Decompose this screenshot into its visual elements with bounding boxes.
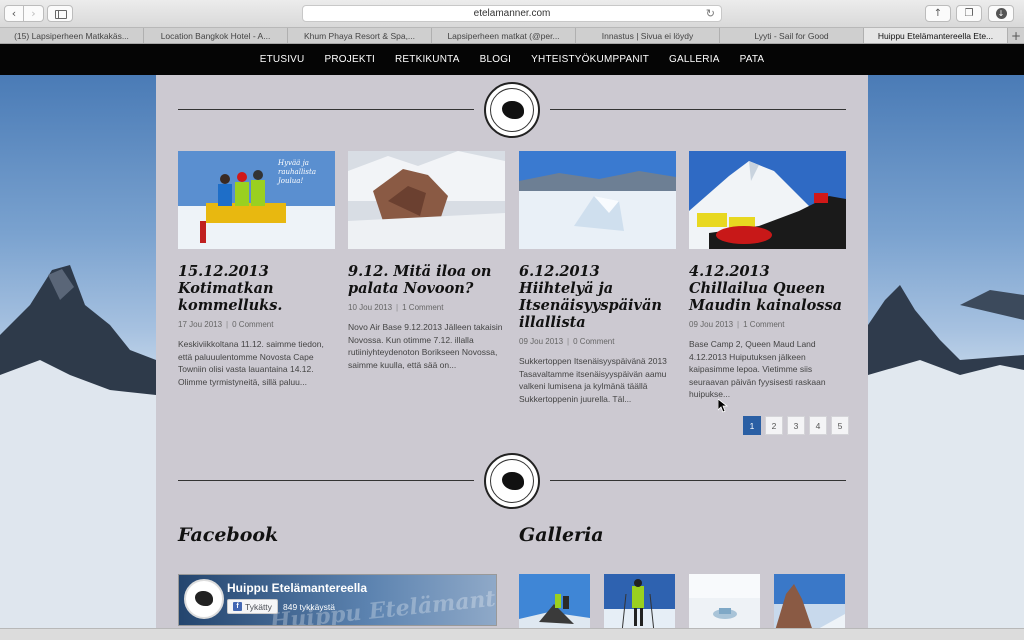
tab-1[interactable]: (15) Lapsiperheen Matkakäs... — [0, 28, 144, 43]
tab-7-active[interactable]: Huippu Etelämantereella Ete... — [864, 28, 1008, 43]
post-thumbnail[interactable] — [348, 151, 505, 249]
nav-yhteistyokumppanit[interactable]: YHTEISTYÖKUMPPANIT — [521, 54, 659, 65]
tabs-overview-button[interactable]: ❐ — [956, 5, 982, 22]
mouse-cursor-icon — [718, 399, 728, 413]
post-date: 09 Jou 2013 — [689, 320, 734, 329]
post-card: 4.12.2013 Chillailua Queen Maudin kainal… — [689, 151, 846, 401]
post-date: 17 Jou 2013 — [178, 320, 223, 329]
tab-bar: (15) Lapsiperheen Matkakäs... Location B… — [0, 28, 1024, 44]
history-nav: ‹ › — [4, 5, 44, 22]
post-date: 10 Jou 2013 — [348, 303, 393, 312]
post-excerpt: Novo Air Base 9.12.2013 Jälleen takaisin… — [348, 322, 503, 370]
nav-projekti[interactable]: PROJEKTI — [314, 54, 385, 65]
like-label: Tykätty — [245, 601, 272, 612]
nav-galleria[interactable]: GALLERIA — [659, 54, 730, 65]
gallery-thumbnail[interactable] — [689, 574, 760, 634]
site-navigation: ETUSIVU PROJEKTI RETKIKUNTA BLOGI YHTEIS… — [0, 44, 1024, 75]
post-meta: 09 Jou 2013 | 1 Comment — [689, 320, 785, 329]
tab-4[interactable]: Lapsiperheen matkat (@per... — [432, 28, 576, 43]
sidebar-toggle-button[interactable] — [47, 5, 73, 22]
share-icon: ↑ — [933, 8, 943, 19]
comment-link[interactable]: 1 Comment — [402, 303, 443, 312]
forward-button[interactable]: › — [24, 5, 44, 22]
like-count: 849 tykkäystä — [283, 602, 335, 612]
top-divider — [178, 80, 846, 140]
tab-6[interactable]: Lyyti - Sail for Good — [720, 28, 864, 43]
facebook-icon: f — [233, 602, 242, 611]
main-content: Hyvää ja rauhallista Joulua! 15.12.2013 … — [156, 75, 868, 640]
post-date: 09 Jou 2013 — [519, 337, 564, 346]
downloads-button[interactable]: ↓ — [988, 5, 1014, 22]
window-bottom-edge — [0, 628, 1024, 640]
page-5-button[interactable]: 5 — [831, 416, 849, 435]
comment-link[interactable]: 1 Comment — [743, 320, 784, 329]
gallery-heading: Galleria — [519, 524, 604, 546]
tab-5[interactable]: Innastus | Sivua ei löydy — [576, 28, 720, 43]
pagination: 1 2 3 4 5 — [743, 416, 849, 435]
page-4-button[interactable]: 4 — [809, 416, 827, 435]
comment-link[interactable]: 0 Comment — [573, 337, 614, 346]
facebook-page-avatar[interactable] — [184, 579, 224, 619]
expedition-emblem-icon — [484, 453, 540, 509]
post-card: Hyvää ja rauhallista Joulua! 15.12.2013 … — [178, 151, 335, 388]
post-card: 9.12. Mitä iloa on palata Novoon? 10 Jou… — [348, 151, 505, 371]
facebook-heading: Facebook — [178, 524, 279, 546]
new-tab-button[interactable]: + — [1008, 28, 1024, 43]
gallery-thumbnail[interactable] — [604, 574, 675, 634]
url-text: etelamanner.com — [473, 8, 551, 19]
post-title[interactable]: 6.12.2013 Hiihtelyä ja Itsenäisyyspäivän… — [519, 263, 676, 331]
nav-blogi[interactable]: BLOGI — [470, 54, 522, 65]
page-1-button[interactable]: 1 — [743, 416, 761, 435]
address-bar[interactable]: etelamanner.com ↻ — [302, 5, 722, 22]
nav-etusivu[interactable]: ETUSIVU — [250, 54, 315, 65]
post-card: 6.12.2013 Hiihtelyä ja Itsenäisyyspäivän… — [519, 151, 676, 405]
facebook-like-button[interactable]: f Tykätty — [227, 599, 278, 614]
post-excerpt: Keskiviikkoltana 11.12. saimme tiedon, e… — [178, 339, 324, 387]
post-title[interactable]: 15.12.2013 Kotimatkan kommelluks. — [178, 263, 335, 314]
page-3-button[interactable]: 3 — [787, 416, 805, 435]
chevron-right-icon: › — [31, 7, 36, 20]
tab-3[interactable]: Khum Phaya Resort & Spa,... — [288, 28, 432, 43]
post-excerpt: Base Camp 2, Queen Maud Land 4.12.2013 H… — [689, 339, 826, 399]
share-button[interactable]: ↑ — [925, 5, 951, 22]
nav-retkikunta[interactable]: RETKIKUNTA — [385, 54, 470, 65]
thumbnail-overlay-text: Hyvää ja rauhallista Joulua! — [278, 159, 317, 185]
facebook-page-widget[interactable]: Huippu Etelämantereella Huippu Etelämant… — [178, 574, 497, 626]
chevron-left-icon: ‹ — [11, 7, 17, 20]
page-2-button[interactable]: 2 — [765, 416, 783, 435]
reload-icon[interactable]: ↻ — [706, 7, 715, 20]
post-thumbnail[interactable]: Hyvää ja rauhallista Joulua! — [178, 151, 335, 249]
post-thumbnail[interactable] — [689, 151, 846, 249]
tab-2[interactable]: Location Bangkok Hotel - A... — [144, 28, 288, 43]
post-thumbnail[interactable] — [519, 151, 676, 249]
tabs-icon: ❐ — [964, 8, 974, 19]
browser-toolbar: ‹ › etelamanner.com ↻ ↑ ❐ ↓ — [0, 0, 1024, 28]
post-meta: 17 Jou 2013 | 0 Comment — [178, 320, 274, 329]
bottom-divider — [178, 451, 846, 511]
facebook-page-name[interactable]: Huippu Etelämantereella — [227, 581, 367, 595]
download-icon: ↓ — [995, 8, 1007, 19]
nav-pata[interactable]: PATA — [730, 54, 775, 65]
post-title[interactable]: 9.12. Mitä iloa on palata Novoon? — [348, 263, 505, 297]
comment-link[interactable]: 0 Comment — [232, 320, 273, 329]
post-excerpt: Sukkertoppen Itsenäisyyspäivänä 2013 Tas… — [519, 356, 667, 404]
post-meta: 10 Jou 2013 | 1 Comment — [348, 303, 444, 312]
gallery-thumbnail[interactable] — [774, 574, 845, 634]
back-button[interactable]: ‹ — [4, 5, 24, 22]
gallery-thumbnail[interactable] — [519, 574, 590, 634]
post-meta: 09 Jou 2013 | 0 Comment — [519, 337, 615, 346]
expedition-emblem-icon — [484, 82, 540, 138]
post-title[interactable]: 4.12.2013 Chillailua Queen Maudin kainal… — [689, 263, 846, 314]
